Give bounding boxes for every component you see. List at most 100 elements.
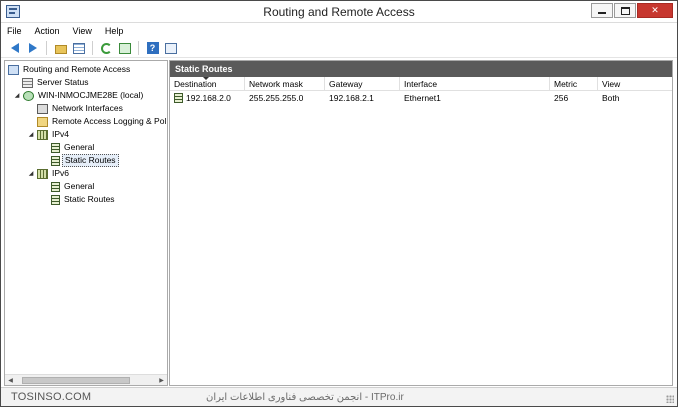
properties-button[interactable]	[163, 41, 178, 56]
cell-network-mask: 255.255.255.0	[249, 92, 304, 103]
column-label: Metric	[554, 79, 578, 89]
server-status-icon	[22, 77, 33, 88]
column-view[interactable]: View	[598, 77, 672, 91]
column-label: Interface	[404, 79, 438, 89]
tree-item-ipv4[interactable]: ◢ IPv4	[27, 128, 71, 141]
column-label: Destination	[174, 79, 217, 89]
tree-item-ipv4-static-routes[interactable]: Static Routes	[51, 154, 119, 167]
scroll-left-icon[interactable]: ◀	[5, 375, 16, 386]
show-hide-tree-button[interactable]	[71, 41, 86, 56]
cell-interface: Ethernet1	[404, 92, 441, 103]
tree-item-label: General	[64, 181, 95, 191]
tree-item-network-interfaces[interactable]: Network Interfaces	[37, 102, 125, 115]
general-icon	[51, 181, 60, 192]
back-button[interactable]	[7, 41, 22, 56]
minimize-button[interactable]	[591, 3, 613, 18]
column-metric[interactable]: Metric	[550, 77, 598, 91]
general-icon	[51, 142, 60, 153]
watermark-left: TOSINSO.COM	[11, 391, 92, 403]
toolbar: ?	[1, 39, 677, 58]
collapse-arrow-icon[interactable]: ◢	[27, 170, 35, 177]
static-route-icon	[174, 92, 183, 103]
maximize-icon	[620, 6, 630, 15]
tree-item-ipv6-general[interactable]: General	[51, 180, 96, 193]
tree-item-rra-root[interactable]: Routing and Remote Access	[8, 63, 132, 76]
column-gateway[interactable]: Gateway	[325, 77, 400, 91]
tree-item-label: IPv4	[52, 129, 70, 139]
cell-gateway: 192.168.2.1	[329, 92, 374, 103]
tree-item-label: Server Status	[37, 77, 89, 87]
resize-grip-icon[interactable]	[666, 395, 674, 403]
refresh-button[interactable]	[99, 41, 114, 56]
title-bar[interactable]: Routing and Remote Access ✕	[1, 1, 677, 23]
tree-item-server-status[interactable]: Server Status	[22, 76, 91, 89]
properties-icon	[164, 42, 177, 54]
minimize-icon	[598, 12, 606, 14]
tree-item-label: Routing and Remote Access	[23, 64, 131, 74]
tree-item-remote-access-logging[interactable]: Remote Access Logging & Pol	[37, 115, 167, 128]
export-list-button[interactable]	[117, 41, 132, 56]
up-folder-icon	[54, 44, 67, 54]
static-routes-icon	[51, 155, 60, 166]
status-bar: TOSINSO.COM ITPro.ir - انجمن تخصصی فناور…	[1, 387, 677, 406]
tree-item-ipv6[interactable]: ◢ IPv6	[27, 167, 71, 180]
tree-item-label: Remote Access Logging & Pol	[52, 116, 167, 126]
toolbar-separator	[92, 41, 93, 55]
column-label: Gateway	[329, 79, 363, 89]
scroll-right-icon[interactable]: ▶	[156, 375, 167, 386]
help-icon: ?	[146, 42, 159, 54]
logging-icon	[37, 116, 48, 127]
static-routes-icon	[51, 194, 60, 205]
scroll-track[interactable]	[16, 375, 156, 386]
ipv6-icon	[37, 168, 48, 179]
local-server-icon	[23, 90, 34, 101]
cell-metric: 256	[554, 92, 569, 103]
mmc-window: Routing and Remote Access ✕ File Action …	[0, 0, 678, 407]
table-row[interactable]: 192.168.2.0 255.255.255.0 192.168.2.1 Et…	[170, 91, 672, 104]
close-icon: ✕	[651, 5, 659, 15]
refresh-icon	[101, 42, 112, 54]
up-one-level-button[interactable]	[53, 41, 68, 56]
maximize-button[interactable]	[614, 3, 636, 18]
menu-action[interactable]: Action	[35, 26, 60, 36]
tree-item-label: WIN-INMOCJME28E (local)	[38, 90, 144, 100]
tree-item-local-server[interactable]: ◢ WIN-INMOCJME28E (local)	[13, 89, 145, 102]
sort-down-icon	[203, 77, 209, 80]
tree-item-label: Network Interfaces	[52, 103, 123, 113]
menu-file[interactable]: File	[7, 26, 22, 36]
console-tree[interactable]: Routing and Remote Access Server Status …	[4, 60, 168, 386]
scroll-thumb[interactable]	[22, 376, 130, 384]
help-button[interactable]: ?	[145, 41, 160, 56]
details-pane-title: Static Routes	[170, 61, 672, 77]
column-network-mask[interactable]: Network mask	[245, 77, 325, 91]
watermark-center: ITPro.ir - انجمن تخصصی فناوری اطلاعات ای…	[206, 392, 404, 403]
cell-view: Both	[602, 92, 620, 103]
forward-button[interactable]	[25, 41, 40, 56]
window-title: Routing and Remote Access	[263, 5, 415, 19]
window-controls: ✕	[591, 3, 673, 18]
menu-help[interactable]: Help	[105, 26, 124, 36]
show-hide-tree-icon	[72, 42, 85, 54]
back-arrow-icon	[10, 43, 19, 53]
export-list-icon	[118, 42, 131, 54]
tree-item-ipv6-static-routes[interactable]: Static Routes	[51, 193, 117, 206]
toolbar-separator	[46, 41, 47, 55]
column-interface[interactable]: Interface	[400, 77, 550, 91]
tree-item-label: Static Routes	[64, 194, 115, 204]
tree-item-ipv4-general[interactable]: General	[51, 141, 96, 154]
column-destination[interactable]: Destination	[170, 77, 245, 91]
column-label: View	[602, 79, 621, 89]
rra-icon	[8, 64, 19, 75]
tree-item-label: General	[64, 142, 95, 152]
column-label: Network mask	[249, 79, 303, 89]
cell-destination: 192.168.2.0	[170, 91, 245, 104]
column-header-row: Destination Network mask Gateway Interfa…	[170, 77, 672, 91]
menu-view[interactable]: View	[73, 26, 92, 36]
collapse-arrow-icon[interactable]: ◢	[27, 131, 35, 138]
tree-horizontal-scrollbar[interactable]: ◀ ▶	[5, 374, 167, 385]
network-interfaces-icon	[37, 103, 48, 114]
close-button[interactable]: ✕	[637, 3, 673, 18]
collapse-arrow-icon[interactable]: ◢	[13, 92, 21, 99]
details-pane: Static Routes Destination Network mask G…	[169, 60, 673, 386]
cell-text: 192.168.2.0	[186, 92, 231, 103]
